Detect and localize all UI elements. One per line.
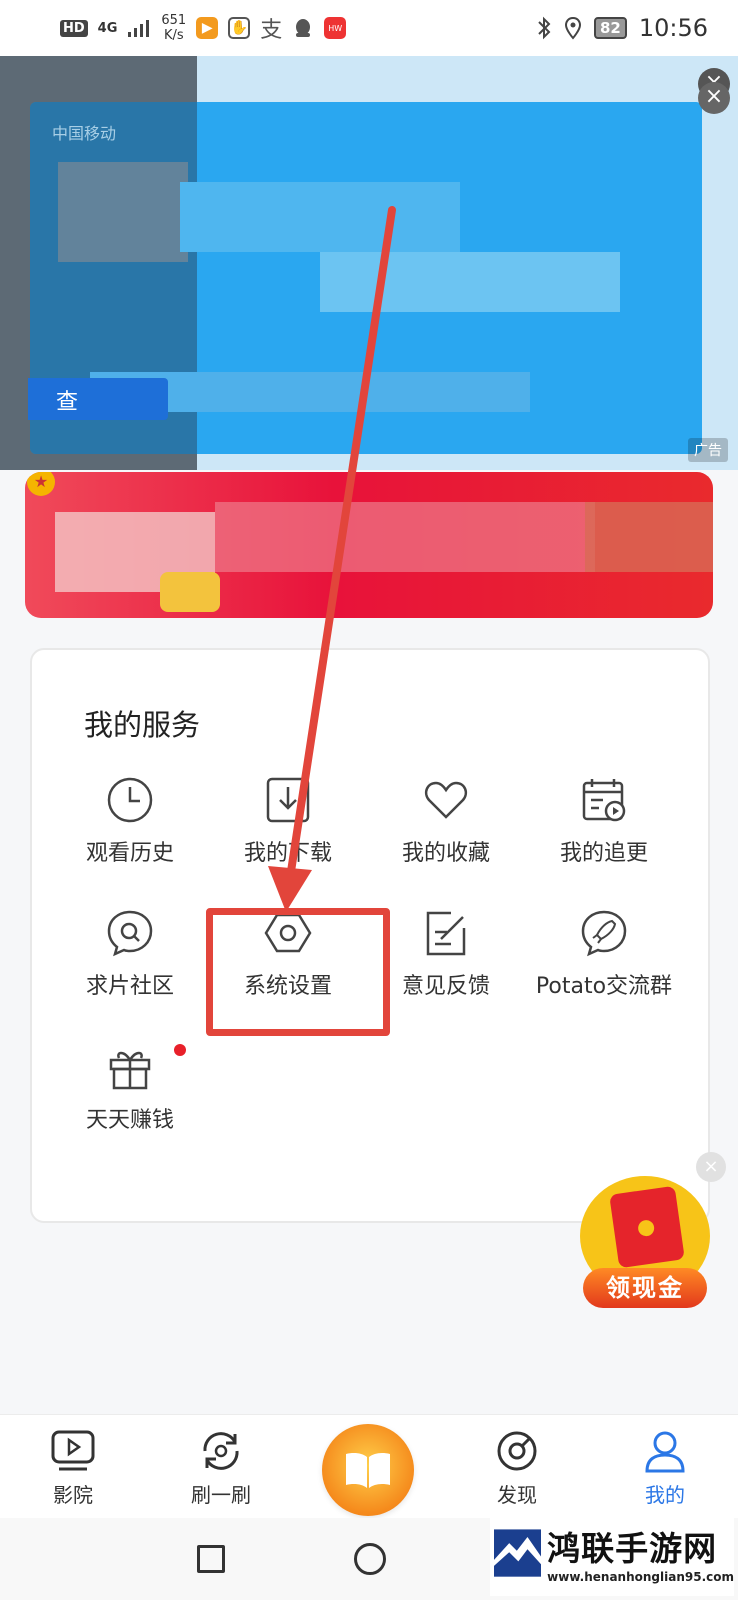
watermark-url: www.henanhonglian95.com (547, 1570, 734, 1584)
home-button[interactable] (354, 1543, 386, 1575)
feedback-edit-icon (426, 911, 466, 956)
gift-icon (109, 1051, 151, 1090)
recent-apps-button[interactable] (197, 1545, 225, 1573)
ad-close-button-secondary[interactable]: × (698, 82, 730, 114)
red-envelope-icon (609, 1185, 685, 1269)
network-speed: 651 K/s (161, 13, 187, 43)
service-label: 天天赚钱 (85, 1108, 174, 1133)
star-badge-icon: ★ (27, 472, 55, 496)
center-book-button[interactable] (322, 1424, 414, 1516)
user-icon (645, 1431, 685, 1473)
video-app-icon: ▶ (196, 17, 219, 39)
nav-label: 刷一刷 (191, 1483, 251, 1507)
service-my-follow[interactable]: 我的追更 (524, 775, 684, 867)
pixel-block (58, 162, 188, 262)
service-my-favorites[interactable]: 我的收藏 (366, 775, 526, 867)
huawei-app-icon: HW (324, 17, 347, 39)
cash-label: 领现金 (583, 1268, 707, 1308)
service-label: 观看历史 (85, 841, 174, 866)
nav-swipe[interactable]: 刷一刷 (166, 1429, 276, 1508)
clock-icon (107, 777, 153, 823)
heart-icon (424, 781, 468, 819)
clock: 10:56 (638, 14, 708, 42)
pixel-block (180, 182, 460, 252)
hd-badge: HD (60, 19, 88, 37)
nav-cinema[interactable]: 影院 (18, 1429, 128, 1508)
pixel-block (215, 502, 595, 572)
watermark: 鸿联手游网 www.henanhonglian95.com (490, 1510, 734, 1596)
service-request-community[interactable]: 求片社区 (50, 908, 210, 1000)
ad-banner[interactable]: 中国移动 查 × × 广告 (0, 56, 738, 470)
compass-icon (497, 1431, 537, 1471)
nav-label: 发现 (497, 1483, 537, 1507)
download-icon (266, 777, 310, 823)
coins-image (160, 572, 220, 612)
status-bar: HD 4G 651 K/s ▶ ✋ 支 HW 82 10:56 (0, 0, 738, 56)
annotation-highlight-box (206, 908, 390, 1036)
service-my-downloads[interactable]: 我的下载 (208, 775, 368, 867)
service-label: 求片社区 (85, 974, 174, 999)
ad-tag: 广告 (688, 438, 728, 462)
nav-mine[interactable]: 我的 (610, 1429, 720, 1508)
ad-query-button[interactable]: 查 (28, 378, 168, 420)
nav-discover[interactable]: 发现 (462, 1429, 572, 1508)
service-label: 我的收藏 (401, 841, 490, 866)
service-watch-history[interactable]: 观看历史 (50, 775, 210, 867)
service-potato-group[interactable]: Potato交流群 (524, 908, 684, 1000)
location-icon (564, 16, 581, 40)
carrier-label: 中国移动 (52, 124, 117, 143)
pixel-block (320, 252, 620, 312)
bluetooth-icon (538, 16, 551, 40)
ad-ticket-card: 中国移动 查 (28, 102, 702, 454)
book-icon (346, 1453, 390, 1488)
battery-indicator: 82 (593, 17, 627, 39)
refresh-play-icon (203, 1432, 239, 1470)
service-daily-earn[interactable]: 天天赚钱 (50, 1042, 210, 1134)
nav-label: 我的 (645, 1483, 685, 1507)
service-label: 我的下载 (243, 841, 332, 866)
site-logo (494, 1529, 542, 1577)
watermark-title: 鸿联手游网 (547, 1529, 718, 1568)
service-label: 我的追更 (559, 841, 648, 866)
promo-banner[interactable]: ★ (25, 472, 713, 618)
qq-icon (296, 19, 311, 37)
notification-dot (174, 1044, 186, 1056)
service-label: 意见反馈 (401, 974, 490, 999)
alipay-icon: 支 (260, 18, 283, 43)
rocket-chat-icon (581, 910, 627, 957)
cinema-play-icon (51, 1430, 95, 1471)
pixel-block (585, 502, 713, 572)
hand-app-icon: ✋ (228, 17, 251, 39)
chat-search-icon (107, 910, 153, 957)
network-type: 4G (97, 20, 118, 36)
services-title: 我的服务 (84, 708, 201, 742)
signal-icon (128, 20, 150, 37)
service-label: Potato交流群 (535, 974, 673, 999)
calendar-play-icon (582, 779, 626, 822)
nav-label: 影院 (53, 1483, 93, 1507)
get-cash-button[interactable]: 领现金 (580, 1176, 710, 1312)
service-feedback[interactable]: 意见反馈 (366, 908, 526, 1000)
